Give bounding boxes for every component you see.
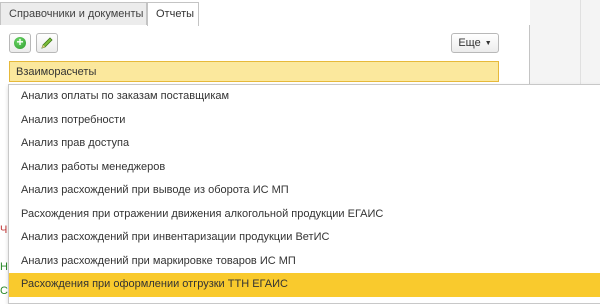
edit-button[interactable] [36,33,58,53]
dropdown-item[interactable]: Расхождения при отражении движения алког… [9,203,600,227]
more-button-label: Еще [458,37,481,49]
pencil-icon [41,37,53,49]
partial-left-text-2: Н [0,261,8,273]
dropdown-item[interactable]: Анализ оплаты по заказам поставщикам [9,85,600,109]
report-dropdown-list: Анализ оплаты по заказам поставщикам Ана… [8,84,600,304]
dropdown-item[interactable]: Анализ работы менеджеров [9,156,600,180]
tab-reports[interactable]: Отчеты [147,2,199,26]
chevron-down-icon: ▼ [484,39,492,47]
dropdown-item-selected[interactable]: Расхождения при оформлении отгрузки ТТН … [9,273,600,297]
partial-left-text-1: Ч [0,224,8,236]
dropdown-item[interactable]: Анализ потребности [9,109,600,133]
tab-references-and-documents[interactable]: Справочники и документы [0,2,147,26]
dropdown-item[interactable]: Анализ прав доступа [9,132,600,156]
more-button[interactable]: Еще ▼ [451,33,499,53]
dropdown-item[interactable]: Анализ расхождений при выводе из оборота… [9,179,600,203]
dropdown-item[interactable]: Анализ расхождений при маркировке товаро… [9,250,600,274]
add-circle-icon: + [14,36,26,49]
add-button[interactable]: + [9,33,31,53]
report-group-field[interactable]: Взаиморасчеты [9,61,499,82]
partial-left-text-3: С [0,285,8,297]
dropdown-item[interactable]: Анализ расхождений при инвентаризации пр… [9,226,600,250]
